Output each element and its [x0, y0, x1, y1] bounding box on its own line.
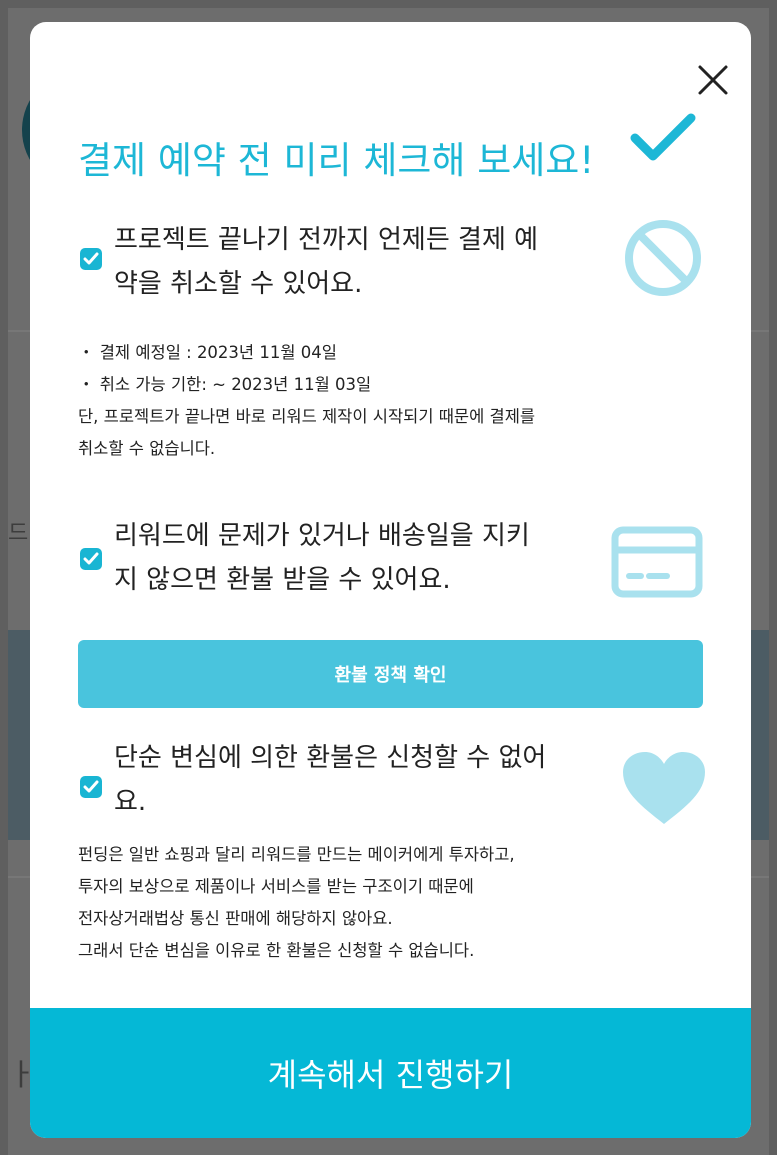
background-text: 드 [8, 521, 29, 546]
checkmark-icon [630, 113, 696, 161]
close-button[interactable] [693, 60, 733, 100]
close-icon [698, 65, 728, 95]
section-checkbox[interactable] [80, 776, 102, 798]
section-details: 펀딩은 일반 쇼핑과 달리 리워드를 만드는 메이커에게 투자하고, 투자의 보… [78, 845, 515, 960]
section-checkbox[interactable] [80, 548, 102, 570]
refund-policy-button[interactable]: 환불 정책 확인 [78, 640, 703, 708]
section-heading: 단순 변심에 의한 환불은 신청할 수 없어 요. [114, 743, 547, 817]
check-icon [83, 780, 99, 793]
check-icon [83, 252, 99, 265]
prohibit-icon [625, 220, 701, 296]
continue-button[interactable]: 계속해서 진행하기 [30, 1008, 751, 1138]
modal-title: 결제 예약 전 미리 체크해 보세요! [78, 139, 595, 182]
heart-icon [623, 752, 705, 824]
section-checkbox[interactable] [80, 248, 102, 270]
section-heading: 리워드에 문제가 있거나 배송일을 지키 지 않으면 환불 받을 수 있어요. [114, 521, 530, 595]
check-icon [83, 552, 99, 565]
section-details: ・ 결제 예정일 : 2023년 11월 04일 ・ 취소 가능 기한: ~ 2… [78, 343, 536, 458]
section-heading: 프로젝트 끝나기 전까지 언제든 결제 예 약을 취소할 수 있어요. [114, 225, 539, 299]
credit-card-icon [611, 526, 703, 598]
payment-check-modal: 결제 예약 전 미리 체크해 보세요! 프로젝트 끝나기 전까지 언제든 결제 … [30, 22, 751, 1138]
